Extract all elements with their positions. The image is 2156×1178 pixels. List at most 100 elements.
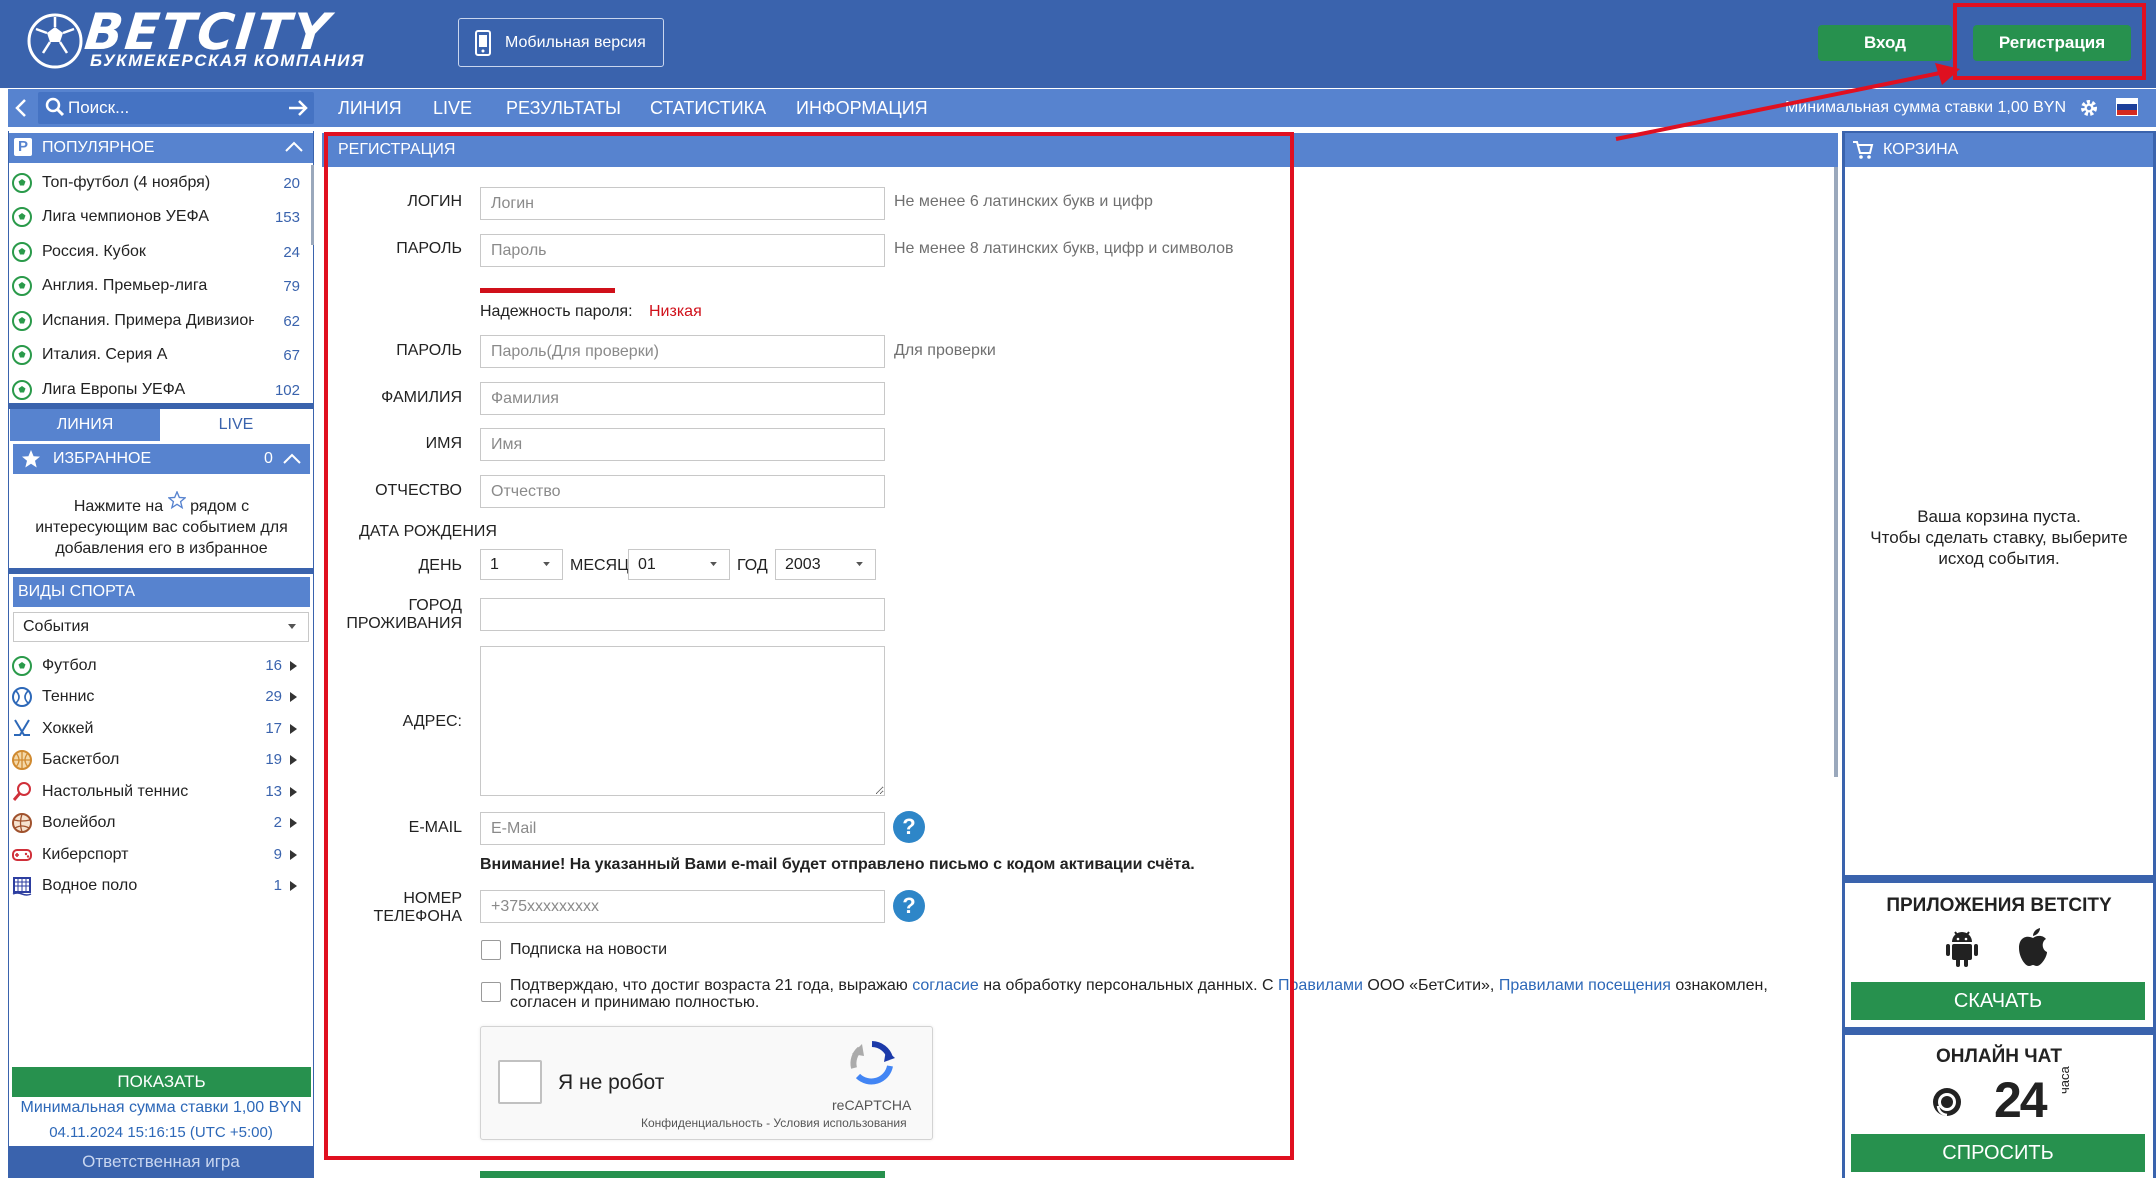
sport-item-label: Волейбол [42, 813, 116, 831]
ask-button[interactable]: СПРОСИТЬ [1851, 1134, 2145, 1172]
sports-header: ВИДЫ СПОРТА [13, 577, 310, 607]
popular-item-count: 67 [283, 346, 300, 364]
favorites-hint-text: интересующим вас событием для [35, 519, 288, 536]
popular-p-icon: P [14, 138, 32, 156]
chevron-right-icon [289, 691, 297, 702]
popular-title: ПОПУЛЯРНОЕ [42, 139, 155, 156]
nav-live[interactable]: LIVE [433, 89, 472, 127]
tennis-icon [12, 686, 32, 707]
chevron-up-icon[interactable] [282, 452, 302, 466]
popular-item-label: Италия. Серия А [42, 346, 168, 363]
hockey-icon [14, 718, 30, 736]
sport-item-esports[interactable]: Киберспорт 9 [8, 839, 304, 870]
popular-item[interactable]: Россия. Кубок 24 [8, 235, 304, 269]
gear-icon[interactable] [2078, 97, 2100, 119]
popular-item-count: 153 [274, 208, 300, 226]
favorites-hint-text: рядом с [190, 498, 250, 515]
popular-item-count: 24 [283, 243, 300, 261]
tab-line[interactable]: ЛИНИЯ [10, 409, 160, 441]
sports-select-value: События [23, 618, 90, 635]
football-icon [12, 380, 32, 400]
russia-flag-icon[interactable] [2116, 98, 2138, 116]
mobile-version-button[interactable]: Мобильная версия [458, 18, 664, 67]
cart-empty-text: Ваша корзина пуста. Чтобы сделать ставку… [1845, 506, 2153, 569]
popular-item-label: Англия. Премьер-лига [42, 277, 208, 294]
show-button[interactable]: ПОКАЗАТЬ [12, 1067, 311, 1097]
nav-statistics[interactable]: СТАТИСТИКА [650, 89, 766, 127]
football-icon [12, 311, 32, 331]
sport-item-count: 17 [265, 720, 282, 737]
back-arrow-icon[interactable] [14, 97, 28, 119]
popular-header[interactable]: ПОПУЛЯРНОЕ [9, 133, 313, 163]
apps-title: ПРИЛОЖЕНИЯ BETCITY [1886, 895, 2112, 916]
search-input[interactable] [68, 92, 288, 124]
chevron-right-icon [289, 786, 297, 797]
favorites-hint: Нажмите на рядом с интересующим вас собы… [13, 490, 310, 559]
sports-select[interactable]: События [13, 612, 309, 642]
water-polo-icon [12, 876, 32, 896]
football-icon [12, 276, 32, 296]
cart-empty-line: Чтобы сделать ставку, выберите [1870, 528, 2128, 547]
popular-list: Топ-футбол (4 ноября) 20 Лига чемпионов У… [8, 163, 314, 403]
favorites-hint-text: Нажмите на [73, 498, 164, 515]
sport-item-football[interactable]: Футбол 16 [8, 650, 304, 681]
consent-text-part: ООО «БетСити», [1367, 977, 1495, 994]
popular-item[interactable]: Топ-футбол (4 ноября) 20 [8, 166, 304, 200]
popular-item[interactable]: Испания. Примера Дивизион 62 [8, 304, 304, 338]
popular-item[interactable]: Италия. Серия А 67 [8, 338, 304, 372]
chevron-right-icon [289, 849, 297, 860]
nav-line[interactable]: ЛИНИЯ [338, 89, 402, 127]
sport-item-hockey[interactable]: Хоккей 17 [8, 713, 304, 744]
cart-empty-line: Ваша корзина пуста. [1917, 507, 2081, 526]
popular-item-label: Испания. Примера Дивизион [42, 312, 254, 329]
sport-item-basketball[interactable]: Баскетбол 19 [8, 744, 304, 775]
search-go-arrow-icon[interactable] [287, 97, 309, 119]
football-icon [12, 173, 32, 193]
football-icon [12, 655, 32, 676]
main-scrollbar[interactable] [1834, 167, 1838, 777]
popular-scrollbar[interactable] [311, 165, 314, 245]
sport-item-count: 13 [265, 783, 282, 800]
football-icon [12, 207, 32, 227]
chevron-right-icon [289, 754, 297, 765]
sport-item-tennis[interactable]: Теннис 29 [8, 681, 304, 712]
sport-item-water-polo[interactable]: Водное поло 1 [8, 870, 304, 901]
submit-button-partial[interactable] [480, 1171, 885, 1178]
popular-item-count: 79 [283, 277, 300, 295]
main-gutter [316, 131, 322, 1178]
chevron-down-icon [288, 624, 296, 629]
star-icon [21, 449, 41, 469]
nav-results[interactable]: РЕЗУЛЬТАТЫ [506, 89, 621, 127]
chevron-right-icon [289, 880, 297, 891]
tab-live[interactable]: LIVE [160, 409, 312, 441]
sport-item-table-tennis[interactable]: Настольный теннис 13 [8, 776, 304, 807]
popular-item[interactable]: Англия. Премьер-лига 79 [8, 269, 304, 303]
responsible-gaming-link[interactable]: Ответственная игра [8, 1146, 314, 1178]
sport-item-volleyball[interactable]: Волейбол 2 [8, 807, 304, 838]
sport-item-label: Хоккей [42, 719, 94, 737]
download-button[interactable]: СКАЧАТЬ [1851, 982, 2145, 1020]
popular-item-count: 20 [283, 174, 300, 192]
chevron-up-icon[interactable] [284, 140, 304, 154]
chat-hours: часа [2057, 1066, 2072, 1094]
popular-item[interactable]: Лига чемпионов УЕФА 153 [8, 200, 304, 234]
sidebar-divider [8, 568, 314, 574]
popular-item-label: Лига Европы УЕФА [42, 381, 186, 398]
star-outline-icon [166, 490, 187, 510]
visit-rules-link[interactable]: Правилами посещения [1499, 977, 1671, 994]
sport-item-label: Баскетбол [42, 750, 120, 768]
annotation-arrow-icon [1610, 55, 1970, 145]
sport-item-label: Теннис [42, 687, 95, 705]
chevron-right-icon [289, 660, 297, 671]
sport-item-count: 29 [265, 688, 282, 705]
popular-item-label: Россия. Кубок [42, 243, 146, 260]
sport-item-count: 1 [273, 877, 282, 894]
popular-item[interactable]: Лига Европы УЕФА 102 [8, 373, 304, 403]
favorites-count: 0 [264, 450, 273, 467]
favorites-header[interactable]: ИЗБРАННОЕ 0 [13, 444, 310, 474]
football-icon [12, 345, 32, 365]
consent-text-part: ознакомлен, [1675, 977, 1768, 994]
nav-information[interactable]: ИНФОРМАЦИЯ [796, 89, 928, 127]
android-icon[interactable] [1945, 928, 1979, 968]
apple-icon[interactable] [2015, 926, 2051, 968]
